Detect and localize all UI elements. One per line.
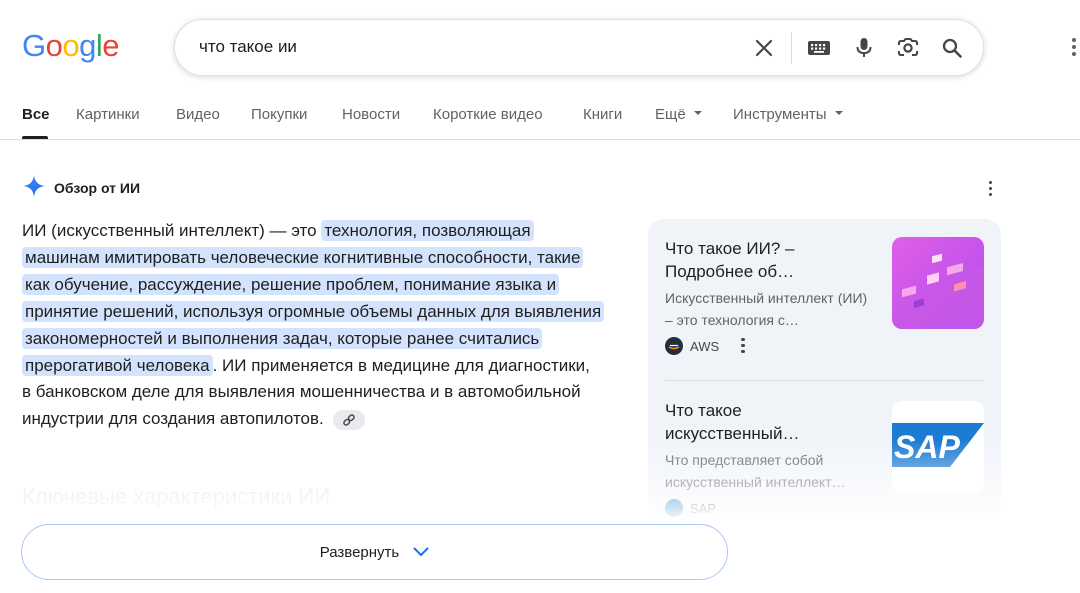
search-box[interactable]: что такое ии [174, 19, 984, 76]
logo-letter: e [102, 28, 120, 63]
tab-short-videos[interactable]: Короткие видео [433, 106, 543, 123]
faded-section-heading: Ключевые характеристики ИИ [22, 484, 331, 509]
source-card[interactable]: Что такое ИИ? – Подробнее об… Искусствен… [665, 237, 985, 355]
source-site: AWS [690, 338, 720, 354]
source-meta: SAP [665, 499, 985, 517]
aws-favicon-icon [665, 337, 683, 355]
logo-letter: o [62, 28, 80, 63]
chevron-down-icon [413, 547, 429, 557]
tab-shopping[interactable]: Покупки [251, 106, 307, 123]
close-icon[interactable] [750, 34, 778, 62]
ai-overview-menu-icon[interactable] [989, 181, 993, 197]
source-thumbnail[interactable] [892, 237, 984, 329]
gemini-sparkle-icon [22, 174, 46, 203]
lens-icon[interactable] [894, 34, 922, 62]
search-divider [791, 32, 792, 64]
expand-button[interactable]: Развернуть [21, 524, 728, 580]
tab-tools[interactable]: Инструменты [733, 106, 843, 123]
answer-intro: ИИ (искусственный интеллект) — это [22, 221, 322, 240]
tab-more-label: Ещё [655, 106, 686, 123]
tab-all[interactable]: Все [22, 106, 50, 123]
tab-news[interactable]: Новости [342, 106, 400, 123]
logo-letter: o [45, 28, 63, 63]
source-menu-icon[interactable] [741, 338, 745, 354]
active-tab-indicator [22, 136, 48, 139]
logo-letter: g [79, 28, 96, 63]
source-meta: AWS [665, 337, 985, 355]
answer-highlight[interactable]: технология, позволяющая машинам имитиров… [22, 220, 605, 376]
link-icon[interactable] [332, 409, 365, 430]
source-site: SAP [690, 500, 717, 516]
source-thumbnail[interactable]: SAP [892, 401, 984, 493]
tab-books[interactable]: Книги [583, 106, 622, 123]
ai-overview-header: Обзор от ИИ [22, 174, 141, 203]
google-logo[interactable]: Google [22, 26, 120, 66]
expand-label: Развернуть [319, 543, 400, 561]
ai-overview-answer: ИИ (искусственный интеллект) — это техно… [22, 218, 605, 433]
tab-videos[interactable]: Видео [176, 106, 220, 123]
source-snippet: Что представляет собой искусственный инт… [665, 452, 846, 490]
tab-images[interactable]: Картинки [76, 106, 140, 123]
source-title[interactable]: Что такое искусственный… [665, 399, 865, 445]
ai-overview-title: Обзор от ИИ [54, 180, 141, 196]
tab-more[interactable]: Ещё [655, 106, 702, 123]
source-title[interactable]: Что такое ИИ? – Подробнее об… [665, 237, 865, 283]
tab-tools-label: Инструменты [733, 106, 827, 123]
keyboard-icon[interactable] [805, 34, 833, 62]
sap-logo-text: SAP [894, 429, 960, 465]
search-icon[interactable] [938, 34, 966, 62]
source-divider [665, 380, 984, 381]
search-input[interactable]: что такое ии [199, 37, 297, 57]
mic-icon[interactable] [850, 34, 878, 62]
source-snippet: Искусственный интеллект (ИИ) – это техно… [665, 290, 868, 328]
sources-panel: Что такое ИИ? – Подробнее об… Искусствен… [648, 219, 1001, 519]
source-card[interactable]: Что такое искусственный… Что представляе… [665, 399, 985, 517]
apps-grid-icon[interactable] [1068, 38, 1080, 58]
chevron-down-icon [834, 111, 843, 116]
sap-favicon-icon [665, 499, 683, 517]
search-tabs: Все Картинки Видео Покупки Новости Корот… [0, 96, 1080, 140]
logo-letter: G [22, 28, 46, 63]
chevron-down-icon [693, 111, 702, 116]
